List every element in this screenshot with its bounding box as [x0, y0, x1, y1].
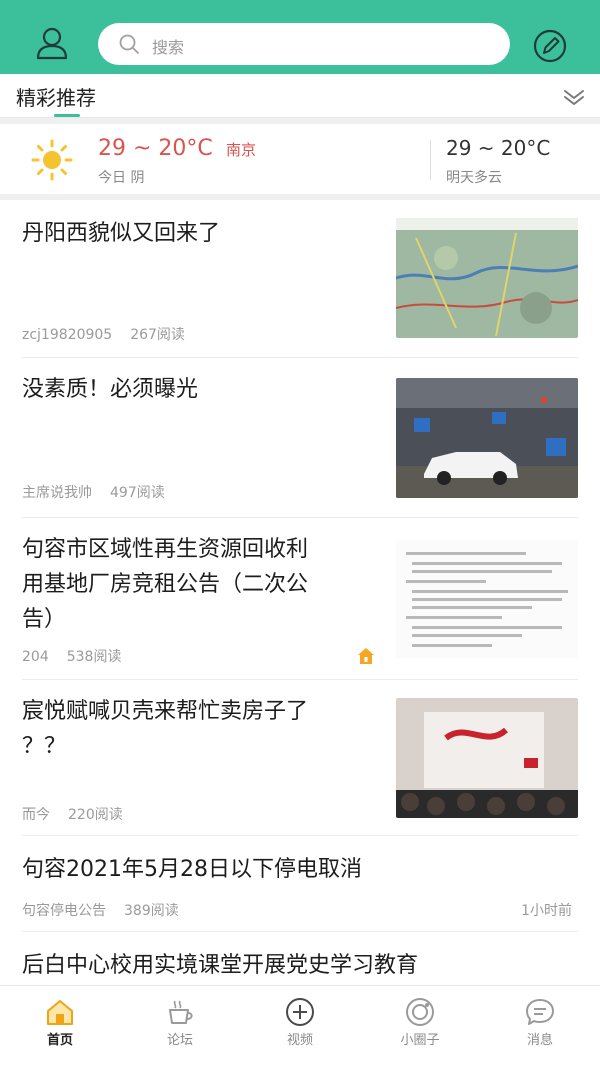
- news-meta: 204 538阅读: [22, 646, 139, 666]
- news-meta: 主席说我帅 497阅读: [22, 482, 183, 502]
- nav-messages[interactable]: 消息: [480, 986, 600, 1067]
- channel-tab-bar: 精彩推荐: [0, 74, 600, 118]
- nav-label: 首页: [46, 1033, 73, 1048]
- city-name: 南京: [226, 141, 257, 159]
- search-icon: [119, 34, 139, 54]
- edit-icon[interactable]: [530, 26, 570, 66]
- plus-circle-icon: [286, 998, 314, 1026]
- top-bar: 搜索: [0, 0, 600, 74]
- news-meta: zcj19820905 267阅读: [22, 324, 203, 344]
- nav-forum[interactable]: 论坛: [120, 986, 240, 1067]
- nav-label: 论坛: [166, 1033, 193, 1048]
- news-author: 而今: [22, 807, 50, 823]
- news-reads: 389阅读: [124, 903, 179, 919]
- news-title: 没素质！必须曝光: [22, 377, 199, 402]
- nav-home[interactable]: 首页: [0, 986, 120, 1067]
- tab-active-indicator: [54, 114, 80, 117]
- nav-label: 视频: [286, 1033, 313, 1048]
- news-author: zcj19820905: [22, 327, 113, 343]
- news-item[interactable]: 句容2021年5月28日以下停电取消 句容停电公告 389阅读 1小时前: [0, 836, 600, 932]
- weather-card[interactable]: 29 ~ 20°C 南京 今日 阴 29 ~ 20°C 明天多云: [0, 124, 600, 194]
- news-author: 204: [22, 649, 49, 665]
- news-item[interactable]: 丹阳西貌似又回来了 zcj19820905 267阅读: [0, 200, 600, 358]
- news-reads: 538阅读: [66, 649, 122, 665]
- news-author: 句容停电公告: [22, 903, 106, 919]
- user-icon[interactable]: [32, 24, 72, 64]
- document-image: [396, 540, 578, 658]
- news-title: 宸悦赋喊贝壳来帮忙卖房子了 ？？: [22, 699, 309, 759]
- sun-icon: [31, 139, 73, 181]
- news-meta: 而今 220阅读: [22, 804, 141, 824]
- news-title: 后白中心校用实境课堂开展党史学习教育: [22, 953, 419, 978]
- nav-circle[interactable]: 小圈子: [360, 986, 480, 1067]
- news-item[interactable]: 没素质！必须曝光 主席说我帅 497阅读: [0, 358, 600, 518]
- nav-video[interactable]: 视频: [240, 986, 360, 1067]
- news-item[interactable]: 句容市区域性再生资源回收利 用基地厂房竞租公告（二次公 告） 204 538阅读: [0, 518, 600, 680]
- coffee-cup-icon: [169, 1000, 193, 1024]
- map-image: [396, 218, 578, 338]
- news-author: 主席说我帅: [22, 485, 92, 501]
- news-reads: 220阅读: [68, 807, 123, 823]
- nav-label: 消息: [526, 1033, 553, 1048]
- today-temperature: 29 ~ 20°C: [98, 136, 213, 161]
- nav-label: 小圈子: [400, 1033, 440, 1048]
- today-condition: 今日 阴: [98, 170, 145, 186]
- news-reads: 497阅读: [110, 485, 165, 501]
- parking-garage-image: [396, 378, 578, 498]
- news-item[interactable]: 宸悦赋喊贝壳来帮忙卖房子了 ？？ 而今 220阅读: [0, 680, 600, 836]
- circle-icon: [406, 998, 434, 1026]
- news-title: 丹阳西貌似又回来了: [22, 221, 221, 246]
- message-icon: [526, 999, 554, 1025]
- presentation-image: [396, 698, 578, 818]
- news-title: 句容2021年5月28日以下停电取消: [22, 857, 362, 882]
- news-reads: 267阅读: [130, 327, 185, 343]
- weather-divider: [430, 140, 431, 180]
- chevron-down-icon[interactable]: [560, 82, 588, 110]
- tab-featured[interactable]: 精彩推荐: [16, 82, 96, 111]
- hot-icon: [358, 648, 374, 664]
- tomorrow-temperature: 29 ~ 20°C: [446, 136, 551, 160]
- search-bar[interactable]: 搜索: [98, 23, 510, 65]
- news-item[interactable]: 后白中心校用实境课堂开展党史学习教育: [0, 932, 600, 984]
- news-title: 句容市区域性再生资源回收利 用基地厂房竞租公告（二次公 告）: [22, 537, 309, 632]
- bottom-navigation: 首页 论坛 视频 小圈子 消息: [0, 985, 600, 1067]
- tomorrow-condition: 明天多云: [446, 170, 502, 186]
- search-placeholder: 搜索: [152, 38, 185, 57]
- home-icon: [47, 1000, 73, 1025]
- news-meta: 句容停电公告 389阅读: [22, 900, 197, 920]
- news-time: 1小时前: [521, 903, 572, 919]
